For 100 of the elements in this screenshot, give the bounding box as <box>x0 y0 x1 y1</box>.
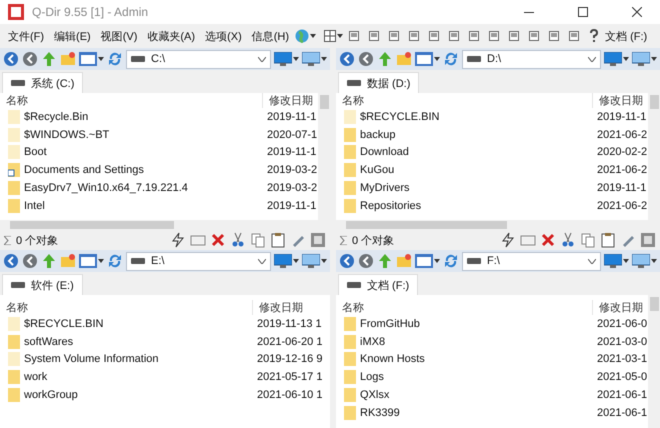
file-row[interactable]: KuGou 2021-06-2 <box>336 161 648 180</box>
view-button[interactable] <box>415 52 440 66</box>
file-row[interactable]: QXlsx 2021-06-1 <box>336 386 648 404</box>
drive-tab[interactable]: 系统 (C:) <box>2 72 84 93</box>
monitor-button[interactable] <box>604 52 629 66</box>
monitor-button[interactable] <box>302 254 327 268</box>
view-button[interactable] <box>79 254 104 268</box>
column-header[interactable]: 名称 <box>0 93 262 108</box>
column-header[interactable]: 名称 <box>336 300 592 315</box>
forward-icon[interactable] <box>22 51 38 67</box>
help-icon[interactable] <box>589 29 600 43</box>
file-row[interactable]: Repositories 2021-06-2 <box>336 196 648 215</box>
file-row[interactable]: Logs 2021-05-0 <box>336 368 648 386</box>
file-row[interactable]: backup 2021-06-2 <box>336 126 648 144</box>
vertical-scrollbar[interactable] <box>648 93 660 230</box>
new-folder-icon[interactable] <box>60 253 76 269</box>
layout-icon[interactable] <box>509 31 520 41</box>
monitor-button[interactable] <box>302 52 327 66</box>
layout-icon[interactable] <box>569 31 580 41</box>
file-row[interactable]: work 2021-05-17 1 <box>0 368 330 386</box>
refresh-icon[interactable] <box>443 253 459 269</box>
address-field[interactable]: D:\ <box>462 50 601 68</box>
file-row[interactable]: Boot 2019-11-1 <box>0 144 318 162</box>
menu-item[interactable]: 视图(V) <box>96 28 142 44</box>
refresh-icon[interactable] <box>443 51 459 67</box>
scissors-icon[interactable] <box>560 232 576 248</box>
back-icon[interactable] <box>3 253 19 269</box>
menu-item[interactable]: 选项(X) <box>201 28 246 44</box>
globe-button[interactable] <box>295 29 316 43</box>
menu-item[interactable]: 文件(F) <box>4 28 48 44</box>
back-icon[interactable] <box>3 51 19 67</box>
file-row[interactable]: Download 2020-02-2 <box>336 144 648 162</box>
monitor-button[interactable] <box>632 52 657 66</box>
forward-icon[interactable] <box>22 253 38 269</box>
address-field[interactable]: C:\ <box>126 50 271 68</box>
menu-item[interactable]: 收藏夹(A) <box>143 28 200 44</box>
layout-icon[interactable] <box>449 31 460 41</box>
drive-tab[interactable]: 文档 (F:) <box>338 274 418 295</box>
drive-tab[interactable]: 数据 (D:) <box>338 72 420 93</box>
address-field[interactable]: F:\ <box>462 252 601 270</box>
file-row[interactable]: softWares 2021-06-20 1 <box>0 332 330 351</box>
horizontal-scrollbar[interactable] <box>0 220 318 230</box>
forward-icon[interactable] <box>358 51 374 67</box>
lightning-icon[interactable] <box>500 232 516 248</box>
file-row[interactable]: FromGitHub 2021-06-0 <box>336 315 648 333</box>
refresh-icon[interactable] <box>107 51 123 67</box>
clipboard-icon[interactable] <box>270 232 286 248</box>
layout-icon[interactable] <box>409 31 420 41</box>
new-folder-icon[interactable] <box>60 51 76 67</box>
refresh-icon[interactable] <box>107 253 123 269</box>
view-button[interactable] <box>415 254 440 268</box>
column-header[interactable]: 修改日期 <box>252 300 330 315</box>
layout-icon[interactable] <box>389 31 400 41</box>
properties-icon[interactable] <box>640 232 656 248</box>
vertical-scrollbar[interactable] <box>648 295 660 428</box>
view-button[interactable] <box>79 52 104 66</box>
layout-icon[interactable] <box>549 31 560 41</box>
new-folder-icon[interactable] <box>396 51 412 67</box>
vertical-scrollbar[interactable] <box>318 93 330 230</box>
layout-icon[interactable] <box>489 31 500 41</box>
monitor-button[interactable] <box>604 254 629 268</box>
layout-icon[interactable] <box>369 31 380 41</box>
file-row[interactable]: RK3399 2021-06-1 <box>336 404 648 422</box>
lightning-icon[interactable] <box>170 232 186 248</box>
column-header[interactable]: 名称 <box>0 300 252 315</box>
menu-item[interactable]: 编辑(E) <box>50 28 95 44</box>
close-icon[interactable] <box>632 7 642 17</box>
monitor-button[interactable] <box>632 254 657 268</box>
new-folder-icon[interactable] <box>396 253 412 269</box>
file-row[interactable]: MyDrivers 2019-11-1 <box>336 179 648 197</box>
maximize-icon[interactable] <box>578 7 588 17</box>
file-row[interactable]: System Volume Information 2019-12-16 9 <box>0 350 330 368</box>
address-field[interactable]: E:\ <box>126 252 271 270</box>
layout-icon[interactable] <box>349 31 360 41</box>
menu-item[interactable]: 信息(H) <box>248 28 294 44</box>
delete-icon[interactable] <box>210 232 226 248</box>
monitor-button[interactable] <box>274 52 299 66</box>
file-row[interactable]: $WINDOWS.~BT 2020-07-1 <box>0 126 318 144</box>
layout-icon[interactable] <box>469 31 480 41</box>
copy-icon[interactable] <box>250 232 266 248</box>
file-row[interactable]: EasyDrv7_Win10.x64_7.19.221.4 2019-03-2 <box>0 179 318 197</box>
properties-icon[interactable] <box>310 232 326 248</box>
file-row[interactable]: Intel 2019-11-1 <box>0 196 318 215</box>
layout-button[interactable] <box>324 30 344 42</box>
back-icon[interactable] <box>339 51 355 67</box>
clipboard-icon[interactable] <box>600 232 616 248</box>
drive-menu[interactable]: 文档 (F:) <box>601 28 652 44</box>
layout-icon[interactable] <box>429 31 440 41</box>
monitor-button[interactable] <box>274 254 299 268</box>
delete-icon[interactable] <box>540 232 556 248</box>
column-header[interactable]: 名称 <box>336 93 592 108</box>
file-row[interactable]: workGroup 2021-06-10 1 <box>0 386 330 404</box>
file-row[interactable]: iMX8 2021-03-0 <box>336 332 648 351</box>
file-row[interactable]: $RECYCLE.BIN 2019-11-1 <box>336 108 648 126</box>
file-row[interactable]: Known Hosts 2021-03-1 <box>336 350 648 368</box>
scissors-icon[interactable] <box>230 232 246 248</box>
layout-icon[interactable] <box>529 31 540 41</box>
forward-icon[interactable] <box>358 253 374 269</box>
file-row[interactable]: Documents and Settings 2019-03-2 <box>0 161 318 180</box>
file-row[interactable]: $Recycle.Bin 2019-11-1 <box>0 108 318 126</box>
